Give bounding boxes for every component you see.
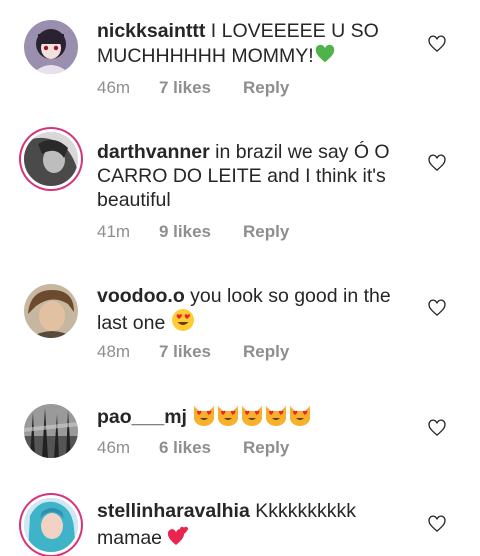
comment-likes[interactable]: 6 likes — [159, 438, 243, 458]
comment-body: darthvanner in brazil we say Ó O CARRO D… — [97, 140, 415, 212]
comment-time: 41m — [97, 222, 131, 241]
heart-eyes-icon — [171, 308, 195, 338]
like-heart-icon[interactable] — [427, 418, 447, 438]
comment-username[interactable]: nickksainttt — [97, 20, 205, 42]
comment-body: nickksainttt I LOVEEEEE U SO MUCHHHHHH M… — [97, 19, 415, 71]
avatar[interactable] — [24, 284, 78, 338]
green-heart-icon — [314, 43, 336, 71]
comment-body: pao___mj — [97, 402, 415, 432]
reply-button[interactable]: Reply — [243, 342, 289, 362]
avatar-image — [24, 20, 78, 74]
comment-username[interactable]: darthvanner — [97, 141, 210, 163]
like-heart-icon[interactable] — [427, 514, 447, 534]
like-heart-icon[interactable] — [427, 298, 447, 318]
comment-time: 46m — [97, 78, 131, 97]
avatar-image — [24, 284, 78, 338]
avatar-image — [24, 132, 78, 186]
reply-button[interactable]: Reply — [243, 438, 289, 458]
avatar[interactable] — [24, 20, 78, 74]
like-heart-icon[interactable] — [427, 153, 447, 173]
comment-meta: 46m 7 likes Reply — [97, 78, 289, 98]
avatar-image — [24, 404, 78, 458]
comment-body: voodoo.o you look so good in the last on… — [97, 284, 415, 338]
like-heart-icon[interactable] — [427, 34, 447, 54]
comment-likes[interactable]: 9 likes — [159, 222, 243, 242]
comment-body: stellinharavalhia Kkkkkkkkkk mamae — [97, 499, 415, 553]
reply-button[interactable]: Reply — [243, 222, 289, 242]
comment-username[interactable]: pao___mj — [97, 406, 187, 428]
comment-time: 48m — [97, 342, 131, 361]
comment-meta: 48m 7 likes Reply — [97, 342, 289, 362]
avatar[interactable] — [24, 404, 78, 458]
comment-username[interactable]: voodoo.o — [97, 285, 185, 307]
avatar[interactable] — [24, 498, 78, 552]
comment-likes[interactable]: 7 likes — [159, 342, 243, 362]
comment-likes[interactable]: 7 likes — [159, 78, 243, 98]
avatar[interactable] — [24, 132, 78, 186]
avatar-image — [24, 498, 78, 552]
comment-meta: 46m 6 likes Reply — [97, 438, 289, 458]
comment-meta: 41m 9 likes Reply — [97, 222, 289, 242]
heart-eyes-cat-icons — [192, 402, 314, 432]
comment-time: 46m — [97, 438, 131, 457]
comment-username[interactable]: stellinharavalhia — [97, 500, 250, 522]
two-hearts-icon — [167, 523, 191, 553]
reply-button[interactable]: Reply — [243, 78, 289, 98]
